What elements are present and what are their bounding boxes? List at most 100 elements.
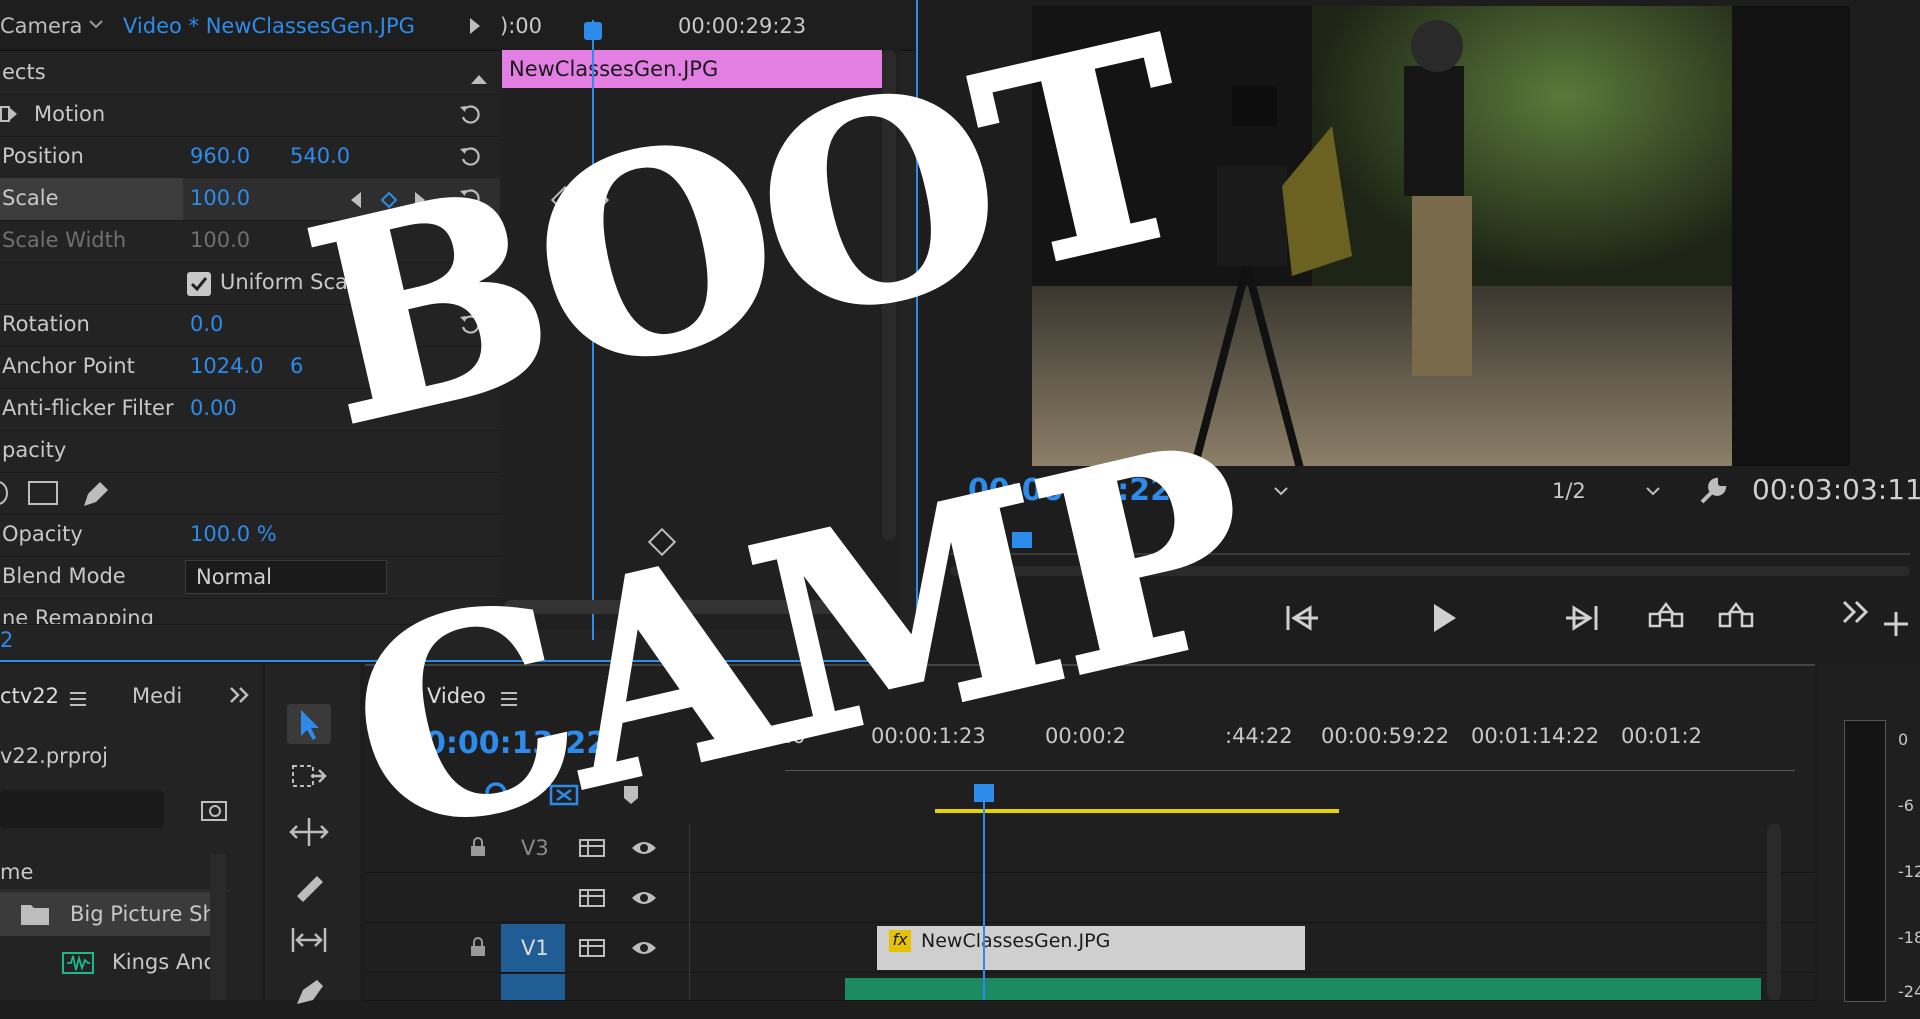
extract-icon[interactable] <box>1716 600 1756 636</box>
media-browser-tab[interactable]: Medi <box>132 684 182 708</box>
reset-icon[interactable] <box>458 102 482 126</box>
source-tab[interactable]: Camera <box>0 14 82 38</box>
opacity-section-header[interactable]: pacity <box>0 430 500 473</box>
project-search-input[interactable] <box>0 790 164 828</box>
linked-selection-icon[interactable] <box>549 782 579 813</box>
selection-tool-icon[interactable] <box>287 704 331 744</box>
sequence-time-ruler[interactable]: :0 00:00:1:23 00:00:2 :44:22 00:00:59:22… <box>785 724 1815 784</box>
keyframe-marker[interactable] <box>550 185 580 215</box>
sequence-current-time[interactable]: 0:00:13:22 <box>425 726 607 761</box>
timeline-clip[interactable]: fx NewClassesGen.JPG <box>877 926 1305 970</box>
snap-magnet-icon[interactable] <box>483 782 509 813</box>
pen-mask-icon[interactable] <box>80 478 112 513</box>
property-row-rotation[interactable]: Rotation 0.0 <box>0 304 500 347</box>
keyframe-marker[interactable] <box>647 527 677 557</box>
filmstrip-icon[interactable] <box>579 838 605 863</box>
property-row-anti-flicker[interactable]: Anti-flicker Filter 0.00 <box>0 388 500 431</box>
property-row-opacity[interactable]: Opacity 100.0 % <box>0 514 500 557</box>
resolution-select[interactable]: 1/2 <box>1540 473 1670 509</box>
ellipse-mask-icon[interactable] <box>0 480 12 511</box>
go-to-out-icon[interactable] <box>1562 600 1602 636</box>
filmstrip-icon[interactable] <box>579 938 605 963</box>
go-to-in-icon[interactable] <box>1282 600 1322 636</box>
lock-icon[interactable] <box>469 936 487 963</box>
rotation-value[interactable]: 0.0 <box>190 312 223 336</box>
track-select-tool-icon[interactable] <box>287 758 331 798</box>
effect-clip-bar[interactable]: NewClassesGen.JPG <box>502 50 882 88</box>
project-item-row[interactable]: Big Picture Sh <box>0 892 216 936</box>
program-current-time[interactable]: 00:00:13:22 <box>968 473 1171 508</box>
property-row-anchor-point[interactable]: Anchor Point 1024.0 6 <box>0 346 500 389</box>
reset-icon[interactable] <box>458 228 482 252</box>
playhead-handle[interactable] <box>974 784 994 802</box>
track-target-v1[interactable]: V1 <box>501 924 565 972</box>
double-chevron-icon[interactable] <box>228 684 252 711</box>
prev-keyframe-icon[interactable] <box>350 190 362 214</box>
anchor-y-value[interactable]: 6 <box>290 354 303 378</box>
slip-tool-icon[interactable] <box>287 920 331 960</box>
position-y-value[interactable]: 540.0 <box>290 144 350 168</box>
eye-icon[interactable] <box>631 888 657 912</box>
project-item-row[interactable]: Kings Anc <box>0 940 215 984</box>
double-chevron-icon[interactable] <box>1836 594 1876 630</box>
fit-select[interactable]: Fit <box>1168 473 1298 509</box>
position-x-value[interactable]: 960.0 <box>190 144 250 168</box>
reset-icon[interactable] <box>458 312 482 336</box>
lift-icon[interactable] <box>1646 600 1686 636</box>
playhead-handle[interactable] <box>1012 532 1032 548</box>
play-icon[interactable] <box>1424 600 1464 636</box>
program-zoom-bar[interactable] <box>950 566 1910 576</box>
property-row-time-remapping[interactable]: ne Remapping <box>0 598 500 625</box>
ripple-edit-tool-icon[interactable] <box>287 812 331 852</box>
blend-mode-select[interactable]: Normal <box>185 560 387 594</box>
playhead-handle[interactable] <box>584 22 602 40</box>
scale-value[interactable]: 100.0 <box>190 186 250 210</box>
eye-icon[interactable] <box>631 938 657 962</box>
pen-tool-icon[interactable] <box>287 974 331 1014</box>
track-target-a1[interactable] <box>501 974 565 1000</box>
wrench-icon[interactable] <box>1696 474 1730 513</box>
anti-flicker-value[interactable]: 0.00 <box>190 396 237 420</box>
next-keyframe-icon[interactable] <box>414 190 426 214</box>
fx-badge[interactable]: fx <box>889 930 911 952</box>
razor-tool-icon[interactable] <box>287 866 331 906</box>
opacity-value[interactable]: 100.0 % <box>190 522 277 546</box>
motion-row[interactable]: Motion <box>0 94 500 137</box>
filmstrip-icon[interactable] <box>579 888 605 913</box>
playhead-line[interactable] <box>592 20 594 640</box>
clip-tab[interactable]: Video * NewClassesGen.JPG <box>123 14 415 38</box>
hamburger-menu-icon[interactable] <box>68 688 88 712</box>
track-name[interactable]: V3 <box>521 836 549 860</box>
sequence-playhead[interactable] <box>983 784 985 1000</box>
rectangle-mask-icon[interactable] <box>28 480 58 511</box>
reset-icon[interactable] <box>458 186 482 210</box>
property-row-scale[interactable]: Scale 100.0 <box>0 178 500 221</box>
eye-icon[interactable] <box>631 838 657 862</box>
property-row-uniform-scale[interactable]: Uniform Scale <box>0 262 500 305</box>
property-row-position[interactable]: Position 960.0 540.0 <box>0 136 500 179</box>
vertical-scrollbar[interactable] <box>882 50 896 540</box>
keyframe-marker[interactable] <box>770 185 800 215</box>
section-header[interactable]: ects <box>0 52 500 95</box>
add-keyframe-icon[interactable] <box>380 190 398 214</box>
add-button-icon[interactable] <box>1876 606 1916 642</box>
reset-icon[interactable] <box>458 144 482 168</box>
zoom-scrollbar[interactable] <box>504 600 874 614</box>
new-bin-icon[interactable] <box>200 796 228 827</box>
project-tab[interactable]: ctv22 <box>0 684 59 708</box>
project-scrollbar[interactable] <box>210 854 226 1000</box>
collapse-up-icon[interactable] <box>470 66 488 90</box>
play-arrow-icon[interactable] <box>468 16 482 40</box>
chevron-down-icon[interactable] <box>86 14 106 39</box>
add-marker-icon[interactable] <box>621 784 641 811</box>
sequence-tab[interactable]: Video <box>427 684 486 708</box>
program-time-ruler[interactable] <box>950 532 1910 562</box>
lock-icon[interactable] <box>469 836 487 863</box>
hamburger-menu-icon[interactable] <box>499 688 519 712</box>
keyframe-marker[interactable] <box>580 185 610 215</box>
anchor-x-value[interactable]: 1024.0 <box>190 354 263 378</box>
property-row-blend-mode[interactable]: Blend Mode Normal <box>0 556 500 599</box>
checkbox-checked-icon[interactable] <box>186 271 212 302</box>
timeline-scrollbar[interactable] <box>1767 824 1781 1000</box>
reset-icon[interactable] <box>458 270 482 294</box>
